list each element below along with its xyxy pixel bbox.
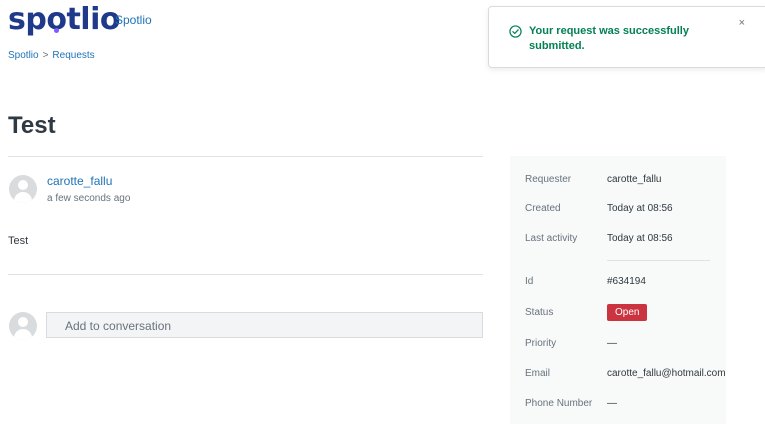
page-title: Test [8,112,56,139]
divider-bottom [8,274,483,275]
phone-number-label: Phone Number [525,398,593,409]
breadcrumb-requests-link[interactable]: Requests [52,50,94,61]
details-divider [607,260,710,261]
id-value: #634194 [607,276,646,287]
brand-name[interactable]: Spotlio [115,13,152,27]
check-circle-icon [509,25,522,38]
user-avatar-icon [9,175,37,203]
request-details-panel: Requester carotte_fallu Created Today at… [510,156,726,424]
priority-value: — [607,338,617,349]
breadcrumb: Spotlio > Requests [8,50,95,61]
created-label: Created [525,203,561,214]
add-to-conversation-input[interactable]: Add to conversation [46,312,483,338]
requester-value: carotte_fallu [607,174,662,185]
comment-timestamp: a few seconds ago [47,193,131,204]
last-activity-value: Today at 08:56 [607,233,673,244]
toast-message: Your request was successfully submitted. [529,25,689,52]
logo-wordmark: spotlio [8,2,121,37]
spotlio-logo[interactable]: spotlio [8,2,121,38]
breadcrumb-separator: > [42,50,49,61]
email-value: carotte_fallu@hotmail.com [607,368,726,379]
created-value: Today at 08:56 [607,203,673,214]
status-label: Status [525,307,554,318]
user-avatar-icon [9,312,37,340]
comment-body: Test [8,235,29,247]
close-icon[interactable]: × [739,17,745,29]
breadcrumb-home-link[interactable]: Spotlio [8,50,39,61]
status-badge: Open [607,304,648,321]
last-activity-label: Last activity [525,233,578,244]
divider-top [8,156,483,157]
priority-label: Priority [525,338,557,349]
id-label: Id [525,276,534,287]
success-toast: Your request was successfully submitted.… [488,6,765,68]
email-label: Email [525,368,551,379]
requester-label: Requester [525,174,572,185]
comment-author-link[interactable]: carotte_fallu [47,174,112,188]
phone-number-value: — [607,398,617,409]
